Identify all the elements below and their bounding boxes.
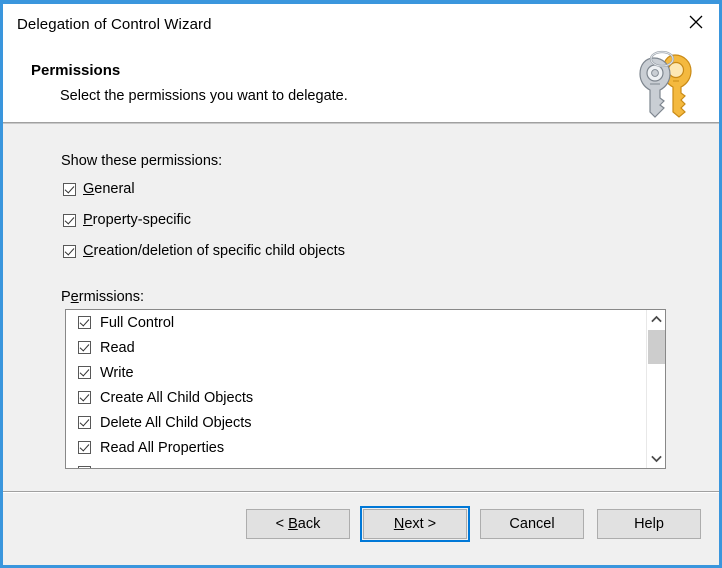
list-item-checkbox[interactable] [78,366,91,379]
window-title: Delegation of Control Wizard [17,15,212,33]
wizard-header: Permissions Select the permissions you w… [3,44,719,122]
permissions-listbox[interactable]: Full Control Read Write Create All Child… [65,309,666,469]
checkbox-general-box[interactable] [63,182,76,196]
footer-separator-highlight [3,492,719,493]
dialog-body: Show these permissions: General Property… [3,124,719,491]
checkbox-general[interactable]: General [63,181,135,197]
scroll-down-button[interactable] [647,450,665,468]
list-item-checkbox[interactable] [78,316,91,329]
help-button[interactable]: Help [597,509,701,539]
checkbox-creation-deletion[interactable]: Creation/deletion of specific child obje… [63,243,345,259]
page-subtitle: Select the permissions you want to deleg… [60,88,348,104]
permissions-label: Permissions: [61,289,145,305]
list-item-checkbox[interactable] [78,441,91,454]
list-item[interactable]: Read All Properties [66,435,646,460]
list-item[interactable]: Create All Child Objects [66,385,646,410]
list-item-label: Create All Child Objects [100,389,254,406]
checkbox-creation-deletion-box[interactable] [63,244,76,258]
list-item-checkbox[interactable] [78,341,91,354]
list-item-label: Delete All Child Objects [100,414,252,431]
cancel-button[interactable]: Cancel [480,509,584,539]
show-permissions-label-text: Show these permissions: [61,153,223,169]
list-item-partial[interactable] [66,460,646,468]
checkbox-general-label: General [83,181,135,197]
footer-button-group: < Back Next > Cancel Help [246,506,701,542]
show-permissions-label: Show these permissions: [61,153,222,169]
list-item[interactable]: Full Control [66,310,646,335]
list-item-checkbox[interactable] [78,466,91,468]
title-bar: Delegation of Control Wizard [3,4,719,44]
close-button[interactable] [673,4,719,40]
close-icon [688,14,704,30]
list-item-label: Read [100,339,135,356]
permissions-list-items: Full Control Read Write Create All Child… [66,310,646,468]
list-item[interactable]: Delete All Child Objects [66,410,646,435]
scrollbar-thumb[interactable] [648,330,665,364]
page-title: Permissions [31,62,121,79]
keys-icon [629,48,705,120]
dialog-footer: < Back Next > Cancel Help [3,491,719,565]
list-item-checkbox[interactable] [78,416,91,429]
checkbox-property-specific-label: Property-specific [83,212,191,228]
next-button[interactable]: Next > [360,506,470,542]
chevron-up-icon [650,315,662,323]
list-item-label: Write [100,364,134,381]
list-item[interactable]: Write [66,360,646,385]
list-item[interactable]: Read [66,335,646,360]
chevron-down-icon [650,455,662,463]
checkbox-property-specific[interactable]: Property-specific [63,212,191,228]
permissions-scrollbar[interactable] [646,310,665,468]
list-item-label: Full Control [100,314,175,331]
checkbox-creation-deletion-label: Creation/deletion of specific child obje… [83,243,345,259]
scroll-up-button[interactable] [647,310,665,328]
list-item-label: Read All Properties [100,439,225,456]
delegation-of-control-wizard-dialog: Delegation of Control Wizard Permissions… [0,0,722,568]
checkbox-property-specific-box[interactable] [63,213,76,227]
list-item-checkbox[interactable] [78,391,91,404]
back-button[interactable]: < Back [246,509,350,539]
